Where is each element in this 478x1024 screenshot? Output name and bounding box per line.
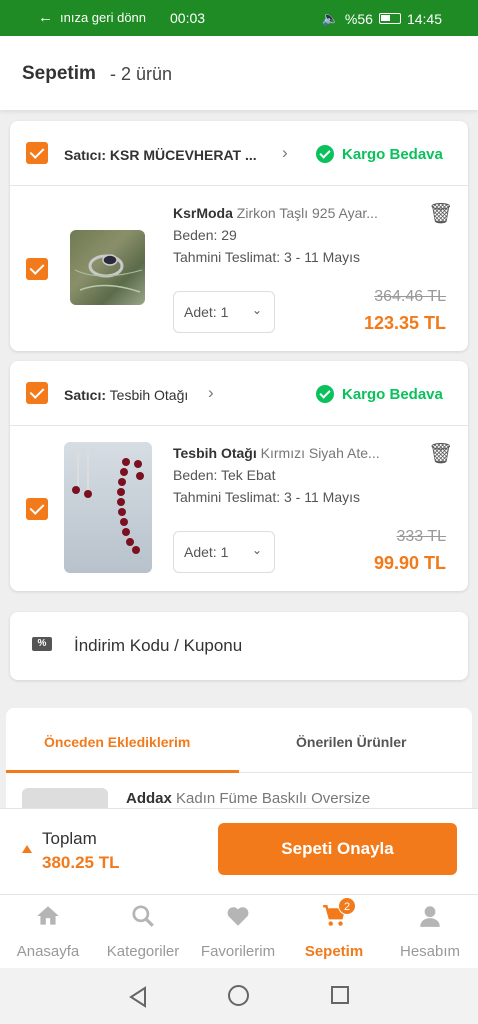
product-name[interactable]: KsrModa Zirkon Taşlı 925 Ayar... <box>173 205 413 221</box>
cart-count-badge: 2 <box>338 897 356 915</box>
nav-label: Kategoriler <box>106 943 180 960</box>
preview-title: Kadın Füme Baskılı Oversize <box>176 790 371 807</box>
total-value: 380.25 TL <box>42 853 120 872</box>
quantity-value: Adet: 1 <box>184 304 229 320</box>
seller-checkbox[interactable] <box>26 142 48 164</box>
tab-recommended[interactable]: Önerilen Ürünler <box>296 734 406 750</box>
preview-brand: Addax <box>126 790 172 807</box>
free-shipping-badge: Kargo Bedava <box>316 385 443 403</box>
coupon-label: İndirim Kodu / Kuponu <box>74 636 243 655</box>
status-clock-center: 00:03 <box>170 10 206 26</box>
coupon-icon: % <box>32 637 52 651</box>
nav-item-cart[interactable]: 2 Sepetim <box>286 895 382 969</box>
quantity-select[interactable]: Adet: 1 ⌄ <box>173 291 275 333</box>
bottom-nav: Anasayfa Kategoriler Favorilerim 2 Sepet… <box>0 894 478 968</box>
nav-label: Favorilerim <box>200 943 276 960</box>
trash-icon[interactable]: 🗑 <box>428 441 453 466</box>
trash-icon[interactable]: 🗑 <box>428 201 453 226</box>
nav-item-account[interactable]: Hesabım <box>382 895 478 969</box>
product-brand: KsrModa <box>173 205 233 221</box>
coupon-row[interactable]: % İndirim Kodu / Kuponu <box>10 612 468 680</box>
expand-up-icon[interactable] <box>22 845 32 853</box>
product-title: Kırmızı Siyah Ate... <box>260 445 380 461</box>
system-home-icon[interactable] <box>228 985 249 1006</box>
system-back-icon[interactable] <box>128 986 148 1013</box>
product-checkbox[interactable] <box>26 258 48 280</box>
product-image[interactable] <box>64 442 152 573</box>
total-label: Toplam <box>42 829 97 848</box>
quantity-value: Adet: 1 <box>184 544 229 560</box>
system-recents-icon[interactable] <box>331 986 349 1004</box>
current-price: 123.35 TL <box>363 313 446 333</box>
free-shipping-badge: Kargo Bedava <box>316 145 443 163</box>
seller-label: Satıcı: <box>64 387 107 403</box>
tesbih-image <box>72 452 144 554</box>
status-time: 14:45 <box>406 10 442 27</box>
seller-checkbox[interactable] <box>26 382 48 404</box>
chevron-right-icon[interactable]: › <box>282 143 288 163</box>
item-count: - 2 ürün <box>110 64 173 84</box>
ring-image <box>74 254 143 293</box>
nav-item-categories[interactable]: Kategoriler <box>95 895 191 969</box>
page-header: Sepetim - 2 ürün <box>0 36 478 110</box>
product-brand: Tesbih Otağı <box>173 445 257 461</box>
recommendation-tabs: Önceden Eklediklerim Önerilen Ürünler Ad… <box>6 708 472 808</box>
product-image[interactable] <box>70 230 145 305</box>
current-price: 99.90 TL <box>373 553 446 573</box>
confirm-cart-button[interactable]: Sepeti Onayla <box>218 823 457 875</box>
battery-icon <box>378 13 401 24</box>
cart-icon <box>286 903 382 933</box>
active-tab-indicator <box>6 770 239 773</box>
preview-product-name[interactable]: Addax Kadın Füme Baskılı Oversize <box>126 790 370 807</box>
tab-previously-added[interactable]: Önceden Eklediklerim <box>44 734 190 750</box>
delivery-estimate: Tahmini Teslimat: 3 - 11 Mayıs <box>173 249 360 265</box>
seller-label: Satıcı: <box>64 147 107 163</box>
status-right: 🔈 %56 14:45 <box>321 10 442 27</box>
product-checkbox[interactable] <box>26 498 48 520</box>
back-arrow-icon[interactable]: ← <box>38 9 53 26</box>
chevron-down-icon: ⌄ <box>251 543 262 557</box>
product-title: Zirkon Taşlı 925 Ayar... <box>236 205 378 221</box>
nav-label: Hesabım <box>399 943 461 960</box>
shipping-text: Kargo Bedava <box>342 145 443 163</box>
divider <box>10 185 468 186</box>
preview-product-image[interactable] <box>22 788 108 808</box>
check-circle-icon <box>316 385 334 403</box>
divider <box>10 425 468 426</box>
old-price: 364.46 TL <box>374 288 446 305</box>
home-icon <box>0 903 96 933</box>
seller-card-2: Satıcı: Tesbih Otağı › Kargo Bedava Tesb… <box>10 361 468 591</box>
seller-card-1: Satıcı: KSR MÜCEVHERAT ... › Kargo Bedav… <box>10 121 468 351</box>
chevron-down-icon: ⌄ <box>251 303 262 317</box>
checkout-summary: Toplam 380.25 TL Sepeti Onayla <box>0 808 478 894</box>
check-circle-icon <box>316 145 334 163</box>
speaker-icon: 🔈 <box>321 10 339 26</box>
product-size: Beden: 29 <box>173 227 237 243</box>
quantity-select[interactable]: Adet: 1 ⌄ <box>173 531 275 573</box>
search-icon <box>95 903 191 933</box>
seller-name[interactable]: Satıcı: KSR MÜCEVHERAT ... <box>64 147 257 163</box>
nav-label: Anasayfa <box>16 943 80 960</box>
product-size: Beden: Tek Ebat <box>173 467 276 483</box>
heart-icon <box>190 903 286 933</box>
seller-name[interactable]: Satıcı: Tesbih Otağı <box>64 387 188 403</box>
battery-percent: %56 <box>344 10 373 27</box>
shipping-text: Kargo Bedava <box>342 385 443 403</box>
nav-label: Sepetim <box>304 943 364 960</box>
user-icon <box>382 903 478 933</box>
status-bar: ← ınıza geri dönn 00:03 🔈 %56 14:45 <box>0 0 478 36</box>
old-price: 333 TL <box>396 528 446 545</box>
seller-name-text: Tesbih Otağı <box>109 387 189 403</box>
system-nav-bar <box>0 968 478 1024</box>
seller-name-text: KSR MÜCEVHERAT ... <box>109 147 257 163</box>
product-name[interactable]: Tesbih Otağı Kırmızı Siyah Ate... <box>173 445 413 461</box>
delivery-estimate: Tahmini Teslimat: 3 - 11 Mayıs <box>173 489 360 505</box>
page-title: Sepetim <box>22 63 96 84</box>
back-app-text[interactable]: ınıza geri dönn <box>60 10 146 25</box>
nav-item-home[interactable]: Anasayfa <box>0 895 96 969</box>
nav-item-favorites[interactable]: Favorilerim <box>190 895 286 969</box>
chevron-right-icon[interactable]: › <box>208 383 214 403</box>
